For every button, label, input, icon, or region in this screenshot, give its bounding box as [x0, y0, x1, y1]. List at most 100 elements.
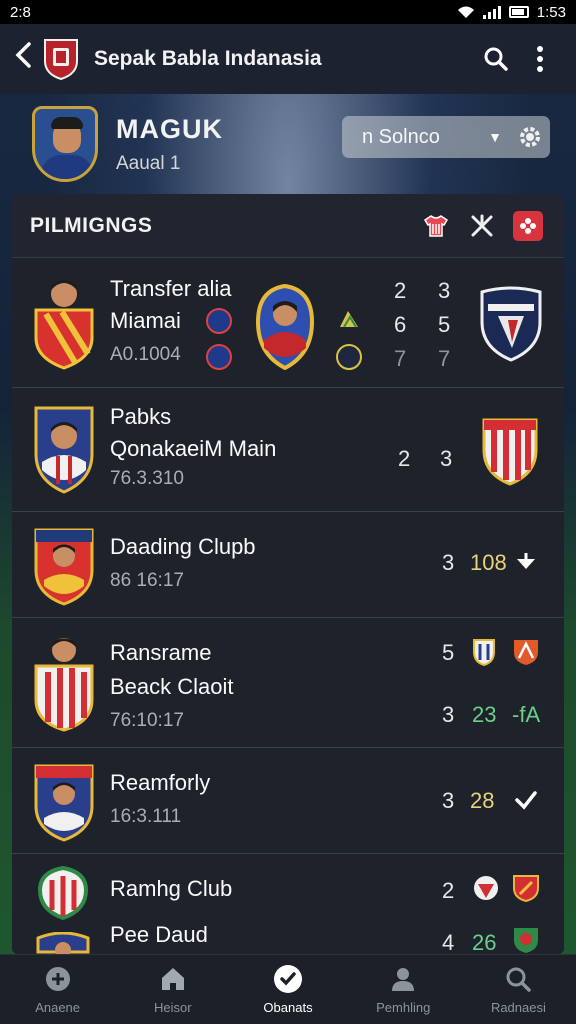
- dropdown-value: n Solnco: [362, 125, 440, 148]
- list-item[interactable]: Daading Clupb 86 16:17 3 108: [12, 512, 564, 618]
- nav-item-radnaesi[interactable]: Radnaesi: [461, 955, 576, 1024]
- back-arrow-icon[interactable]: [14, 41, 38, 77]
- item-time: 86 16:17: [110, 570, 184, 591]
- item-title: Daading Clupb: [110, 534, 256, 559]
- score: 3: [442, 550, 455, 575]
- score: 2: [442, 878, 455, 903]
- item-time: 76.3.310: [110, 468, 184, 489]
- item-time: A0.1004: [110, 344, 181, 365]
- club-badge-icon: [206, 308, 232, 334]
- chevron-down-icon: ▼: [488, 129, 502, 145]
- wifi-icon: [457, 6, 474, 18]
- plus-circle-icon: [43, 964, 73, 994]
- flower-icon: [520, 217, 536, 234]
- section-header: PILMIGNGS: [12, 194, 564, 258]
- club-badge-icon: [514, 640, 538, 665]
- score: 2: [394, 278, 407, 303]
- team-filter-button[interactable]: [416, 206, 456, 246]
- club-badge-icon: [206, 344, 232, 370]
- status-time: 1:53: [536, 3, 566, 21]
- score: 5: [442, 640, 455, 665]
- club-badge-icon: [480, 286, 542, 362]
- nav-label: Heisor: [154, 1000, 192, 1015]
- item-title: Reamforly: [110, 770, 211, 795]
- item-title: Ramhg Club: [110, 876, 233, 901]
- item-title: Ransrame: [110, 640, 212, 665]
- club-badge-icon: [482, 418, 538, 486]
- bottom-navigation: Anaene Heisor Obanats Pemhling Radnaesi: [0, 954, 576, 1024]
- club-badge-icon: [513, 875, 539, 902]
- item-subtitle: Beack Claoit: [110, 674, 234, 699]
- score: 26: [472, 930, 497, 954]
- item-time: 16:3.111: [110, 806, 182, 827]
- score: 2: [398, 446, 411, 471]
- nav-label: Radnaesi: [490, 1000, 546, 1015]
- player-crest-icon: [34, 406, 94, 494]
- list-item[interactable]: Ransrame Beack Claoit 76:10:17 5 3 23 -f…: [12, 618, 564, 748]
- club-logo-icon: [44, 39, 78, 81]
- score: 5: [438, 312, 451, 337]
- nav-label: Pemhling: [376, 1000, 431, 1015]
- profile-subtitle: Aaual 1: [116, 152, 181, 174]
- more-options-button[interactable]: [518, 37, 562, 81]
- search-icon: [484, 47, 508, 71]
- nav-item-heisor[interactable]: Heisor: [115, 955, 230, 1024]
- score: 3: [442, 788, 455, 813]
- list-item[interactable]: Pabks QonakaeiM Main 76.3.310 2 3: [12, 388, 564, 512]
- club-badge-icon: [474, 876, 498, 900]
- signal-icon: [482, 5, 501, 19]
- item-time: 76:10:17: [110, 710, 184, 731]
- score: 28: [470, 788, 495, 813]
- item-subtitle: QonakaeiM Main: [110, 436, 277, 461]
- player-crest-icon: [36, 932, 90, 954]
- profile-name: MAGUK: [116, 113, 223, 144]
- score: 7: [394, 346, 407, 371]
- check-badge-icon: [273, 964, 303, 994]
- search-button[interactable]: [474, 37, 518, 81]
- club-badge-icon: [38, 866, 88, 920]
- status-left-text: 2:8: [10, 3, 31, 21]
- status-bar: 2:8 1:53: [0, 0, 576, 24]
- list-item[interactable]: Transfer alia Miamai A0.1004 2 3 6 5 7 7: [12, 258, 564, 388]
- nav-item-pemhling[interactable]: Pemhling: [346, 955, 461, 1024]
- score: 4: [442, 930, 455, 954]
- player-crest-icon: [34, 638, 94, 732]
- tactics-button[interactable]: [462, 206, 502, 246]
- league-dropdown[interactable]: n Solnco ▼: [342, 116, 550, 158]
- app-bar: Sepak Babla Indanasia: [0, 24, 576, 94]
- profile-header: MAGUK Aaual 1 n Solnco ▼: [12, 96, 564, 192]
- sword-icon: [471, 214, 493, 236]
- club-badge-icon: [514, 928, 538, 953]
- club-badge-icon: [255, 284, 315, 370]
- avatar[interactable]: [32, 106, 98, 182]
- list-item[interactable]: Reamforly 16:3.111 3 28: [12, 748, 564, 854]
- player-crest-icon: [34, 280, 94, 370]
- score: 3: [442, 702, 455, 727]
- score: 108: [470, 550, 507, 575]
- nav-label: Obanats: [263, 1000, 313, 1015]
- battery-icon: [508, 6, 529, 18]
- club-badge-icon: [473, 639, 495, 666]
- settings-button[interactable]: [510, 124, 550, 150]
- gear-icon: [520, 127, 540, 147]
- home-icon: [158, 964, 188, 994]
- nav-item-anaene[interactable]: Anaene: [0, 955, 115, 1024]
- score: 7: [438, 346, 451, 371]
- list-item[interactable]: Ramhg Club Pee Daud 2 4 26: [12, 854, 564, 954]
- arrow-down-icon[interactable]: [514, 550, 538, 574]
- item-subtitle: Pee Daud: [110, 922, 208, 947]
- flag-button[interactable]: [508, 206, 548, 246]
- item-title: Transfer alia: [110, 276, 232, 301]
- more-vertical-icon: [537, 46, 543, 72]
- item-title: Pabks: [110, 404, 172, 429]
- check-icon[interactable]: [514, 788, 538, 812]
- nav-item-obanats[interactable]: Obanats: [230, 955, 345, 1024]
- item-subtitle: Miamai: [110, 308, 181, 333]
- pennant-icon: [340, 311, 358, 328]
- matches-panel: PILMIGNGS Transfer alia Miamai A0.1004 2: [12, 194, 564, 954]
- club-badge-icon: [336, 344, 362, 370]
- user-icon: [388, 964, 418, 994]
- score: 23: [472, 702, 497, 727]
- score: -fA: [512, 702, 541, 727]
- score: 6: [394, 312, 407, 337]
